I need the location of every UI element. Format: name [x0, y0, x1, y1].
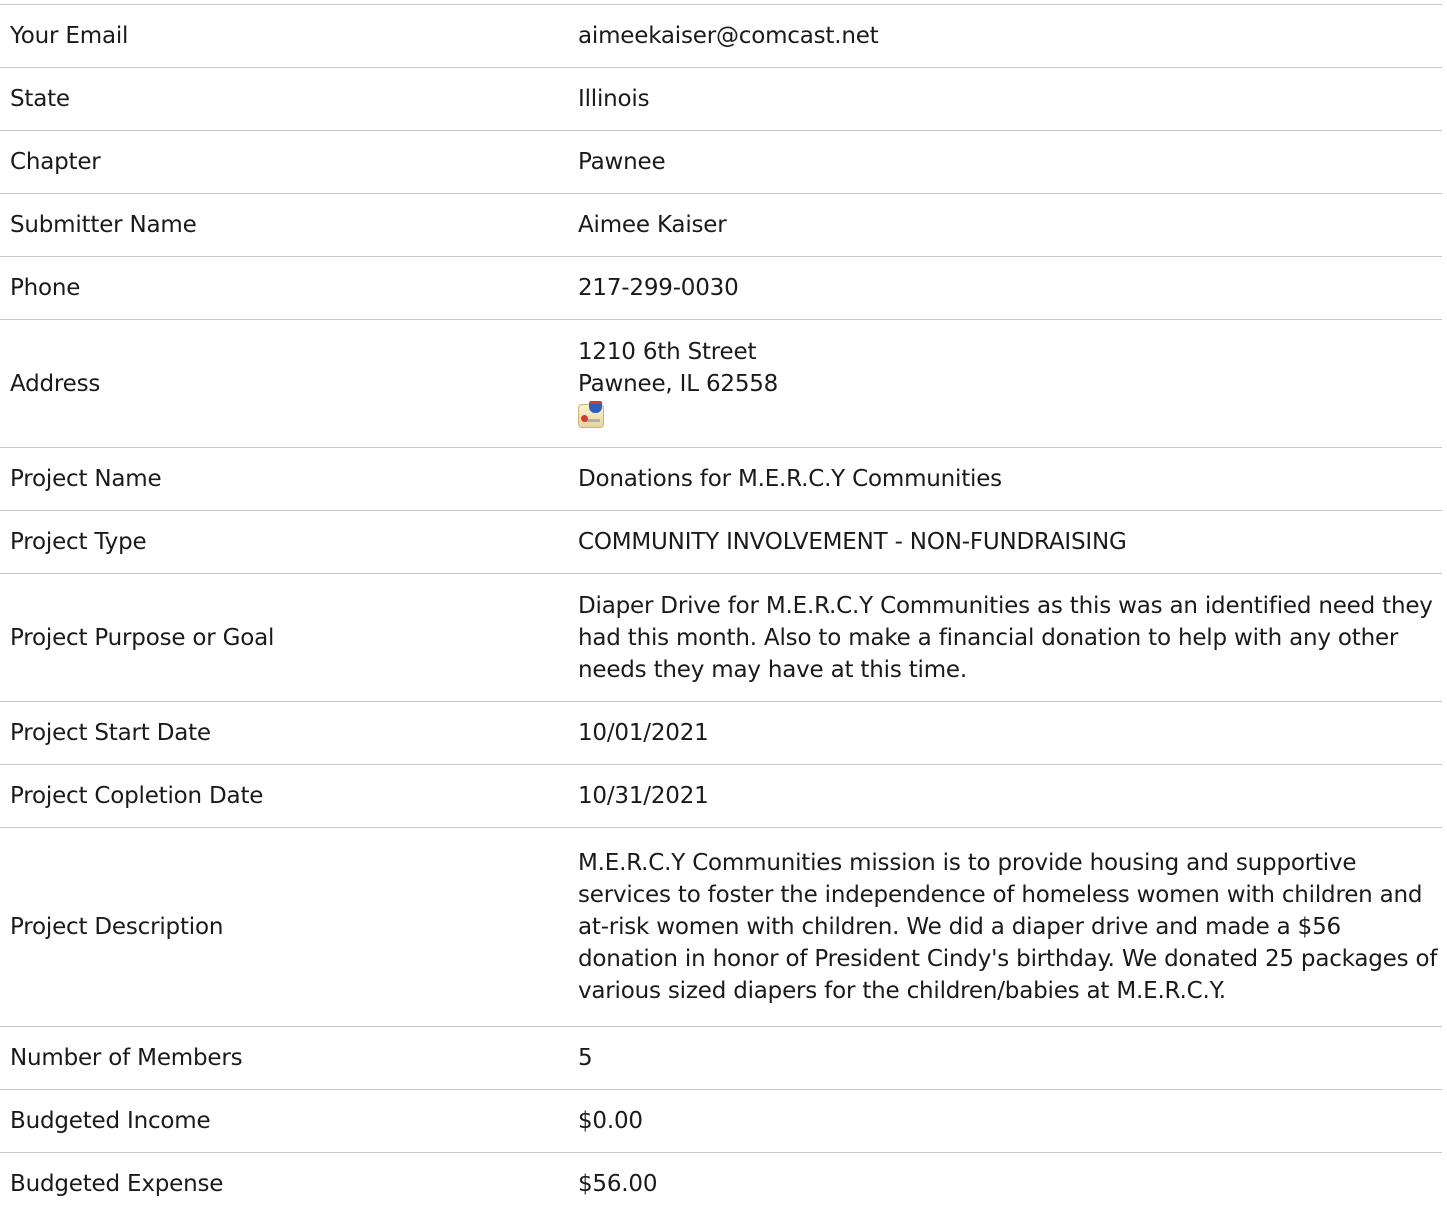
project-purpose-value: Diaper Drive for M.E.R.C.Y Communities a… — [578, 592, 1433, 683]
email-value: aimeekaiser@comcast.net — [578, 23, 879, 49]
address-line-2: Pawnee, IL 62558 — [578, 370, 779, 397]
map-icon[interactable] — [578, 400, 606, 430]
map-icon-road — [586, 418, 600, 422]
submitter-name-value: Aimee Kaiser — [578, 212, 727, 238]
state-value: Illinois — [578, 86, 650, 112]
address-value: 1210 6th Street Pawnee, IL 62558 — [568, 320, 1442, 448]
entry-row-number-of-members: Number of Members 5 — [0, 1026, 1442, 1090]
budgeted-income-value: $0.00 — [578, 1108, 643, 1134]
entry-row-submitter-name: Submitter Name Aimee Kaiser — [0, 193, 1442, 257]
field-label: Submitter Name — [10, 212, 197, 238]
project-completion-date-value: 10/31/2021 — [578, 783, 709, 809]
field-label: Chapter — [10, 149, 101, 175]
field-label: Project Type — [10, 529, 147, 555]
entry-row-state: State Illinois — [0, 67, 1442, 131]
number-of-members-value: 5 — [578, 1045, 593, 1071]
entry-row-project-name: Project Name Donations for M.E.R.C.Y Com… — [0, 447, 1442, 511]
chapter-value: Pawnee — [578, 149, 666, 175]
phone-value: 217-299-0030 — [578, 275, 739, 301]
entry-row-phone: Phone 217-299-0030 — [0, 256, 1442, 320]
field-label: Your Email — [10, 23, 129, 49]
field-label: Budgeted Expense — [10, 1171, 224, 1198]
field-label: Project Purpose or Goal — [10, 624, 275, 651]
field-label: Project Name — [10, 466, 162, 492]
field-label: Phone — [10, 275, 81, 301]
address-line-1: 1210 6th Street — [578, 338, 757, 365]
budgeted-expense-value: $56.00 — [578, 1171, 658, 1198]
form-entry-table: Your Email aimeekaiser@comcast.net State… — [0, 4, 1442, 1216]
entry-row-email: Your Email aimeekaiser@comcast.net — [0, 4, 1442, 68]
field-label: Project Description — [10, 914, 224, 940]
entry-row-address: Address 1210 6th Street Pawnee, IL 62558 — [0, 319, 1442, 448]
entry-row-budgeted-expense: Budgeted Expense $56.00 — [0, 1152, 1442, 1216]
field-label: Project Start Date — [10, 720, 211, 746]
map-icon-pin — [581, 414, 588, 422]
entry-row-budgeted-income: Budgeted Income $0.00 — [0, 1089, 1442, 1153]
entry-row-project-description: Project Description M.E.R.C.Y Communitie… — [0, 827, 1442, 1027]
field-label: Budgeted Income — [10, 1108, 211, 1134]
project-type-value: COMMUNITY INVOLVEMENT - NON-FUNDRAISING — [578, 529, 1127, 555]
map-icon-shield — [589, 400, 602, 413]
entry-row-project-start-date: Project Start Date 10/01/2021 — [0, 701, 1442, 765]
field-label: Number of Members — [10, 1045, 243, 1071]
project-start-date-value: 10/01/2021 — [578, 720, 709, 746]
entry-row-project-purpose: Project Purpose or Goal Diaper Drive for… — [0, 573, 1442, 702]
project-description-value: M.E.R.C.Y Communities mission is to prov… — [578, 850, 1438, 1004]
field-label: State — [10, 86, 70, 112]
entry-row-chapter: Chapter Pawnee — [0, 130, 1442, 194]
field-label: Address — [10, 370, 101, 397]
project-name-value: Donations for M.E.R.C.Y Communities — [578, 466, 1002, 492]
entry-row-project-type: Project Type COMMUNITY INVOLVEMENT - NON… — [0, 510, 1442, 574]
field-label: Project Copletion Date — [10, 783, 264, 809]
entry-row-project-completion-date: Project Copletion Date 10/31/2021 — [0, 764, 1442, 828]
